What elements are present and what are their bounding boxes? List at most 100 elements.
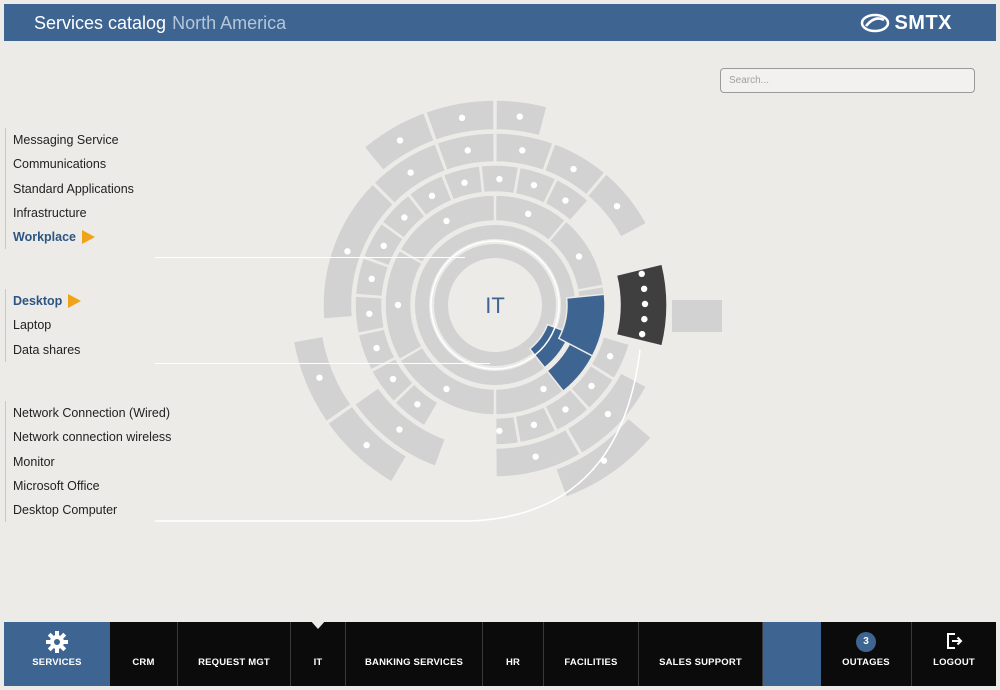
nav-hr[interactable]: HR: [483, 622, 544, 686]
sunburst-chart: IT: [155, 99, 722, 522]
service-label: Network connection wireless: [13, 430, 172, 445]
segment-dot: [363, 441, 370, 449]
service-item-monitor[interactable]: Monitor: [13, 450, 171, 474]
gear-icon: [46, 631, 68, 653]
category-label: Messaging Service: [13, 133, 119, 147]
subcategory-list: Desktop Laptop Data shares: [5, 289, 82, 362]
segment-dot: [396, 426, 403, 433]
service-dot: [638, 270, 645, 278]
segment-dot: [570, 165, 577, 173]
category-item-infrastructure[interactable]: Infrastructure: [13, 201, 134, 225]
nav-label: LOGOUT: [933, 657, 975, 668]
service-label: Desktop Computer: [13, 503, 118, 518]
nav-it[interactable]: IT: [291, 622, 346, 686]
category-item-workplace[interactable]: Workplace: [13, 225, 134, 249]
segment-dot: [344, 248, 351, 255]
nav-label: SALES SUPPORT: [659, 657, 742, 668]
service-dot: [640, 285, 648, 293]
segment-dot: [575, 253, 583, 260]
subcategory-item-data-shares[interactable]: Data shares: [13, 338, 81, 362]
nav-label: SERVICES: [32, 657, 82, 668]
nav-crm[interactable]: CRM: [110, 622, 178, 686]
nav-request-mgt[interactable]: REQUEST MGT: [178, 622, 291, 686]
segment-dot: [461, 179, 468, 186]
subcategory-item-laptop[interactable]: Laptop: [13, 313, 81, 337]
segment-dot: [394, 301, 402, 309]
subcategory-label: Laptop: [13, 318, 52, 333]
segment-dot: [524, 210, 532, 218]
segment-dot: [414, 401, 421, 408]
nav-label: IT: [313, 657, 323, 668]
segment-dot: [496, 175, 503, 183]
segment-dot: [562, 406, 569, 413]
nav-blank-tile[interactable]: [763, 622, 821, 686]
category-label: Standard Applications: [13, 181, 134, 196]
detached-segment[interactable]: [672, 300, 722, 332]
segment-dot: [396, 137, 404, 144]
segment-dot: [389, 375, 397, 383]
segment-dot: [443, 385, 450, 393]
segment-dot: [519, 147, 526, 154]
service-item-desktop-computer[interactable]: Desktop Computer: [13, 498, 171, 522]
service-item-network-wired[interactable]: Network Connection (Wired): [13, 401, 171, 425]
segment-dot: [532, 453, 539, 460]
outages-count-badge: 3: [856, 632, 876, 652]
subcategory-item-desktop[interactable]: Desktop: [13, 289, 82, 313]
segment-dot: [316, 374, 323, 381]
category-label: Workplace: [13, 230, 76, 245]
category-label: Communications: [13, 157, 107, 172]
segment-dot: [613, 202, 621, 210]
segment-dot: [368, 275, 375, 283]
service-item-network-wireless[interactable]: Network connection wireless: [13, 425, 171, 449]
segment-dot: [401, 214, 408, 221]
logout-icon: [947, 633, 963, 649]
service-label: Network Connection (Wired): [13, 406, 170, 420]
category-label: Infrastructure: [13, 205, 87, 220]
nav-label: BANKING SERVICES: [364, 657, 464, 668]
active-tab-indicator: [310, 620, 326, 629]
nav-sales-support[interactable]: SALES SUPPORT: [639, 622, 763, 686]
arrow-right-icon: [82, 229, 95, 244]
segment-dot: [496, 427, 503, 435]
nav-facilities[interactable]: FACILITIES: [544, 622, 639, 686]
service-label: Microsoft Office: [13, 478, 100, 493]
category-item-communications[interactable]: Communications: [13, 152, 134, 176]
category-item-standard-applications[interactable]: Standard Applications: [13, 177, 134, 201]
category-item-messaging-service[interactable]: Messaging Service: [13, 128, 134, 152]
nav-logout[interactable]: LOGOUT: [912, 622, 996, 686]
nav-label: HR: [505, 657, 521, 668]
nav-label: CRM: [132, 657, 155, 668]
segment-dot: [540, 385, 547, 393]
service-dot: [641, 300, 649, 308]
nav-banking-services[interactable]: BANKING SERVICES: [346, 622, 483, 686]
nav-services[interactable]: SERVICES: [4, 622, 110, 686]
segment-dot: [464, 147, 471, 154]
segment-dot: [588, 382, 595, 390]
segment-dot: [530, 181, 538, 189]
nav-label: REQUEST MGT: [198, 657, 270, 668]
nav-label: OUTAGES: [842, 657, 890, 668]
segment-dot: [373, 344, 380, 352]
segment-dot: [443, 217, 450, 225]
service-item-microsoft-office[interactable]: Microsoft Office: [13, 474, 171, 498]
nav-label: FACILITIES: [564, 657, 618, 668]
segment-dot: [428, 192, 436, 200]
service-label: Monitor: [13, 454, 55, 469]
segment-dot: [407, 169, 414, 176]
segment-dot: [366, 310, 373, 317]
segment-dot: [516, 113, 523, 120]
center-label: IT: [485, 293, 505, 318]
segment-dot: [380, 242, 387, 250]
connector-line-workplace: [155, 257, 465, 258]
subcategory-label: Desktop: [13, 294, 63, 308]
connector-line-desktop: [155, 363, 490, 364]
service-dot: [638, 330, 646, 338]
segment-dot: [606, 353, 614, 360]
arrow-right-icon: [68, 293, 82, 308]
subcategory-label: Data shares: [13, 342, 81, 357]
segment-dot: [458, 114, 466, 122]
segment-dot: [604, 410, 612, 418]
segment-dot: [562, 197, 569, 204]
nav-outages[interactable]: 3 OUTAGES: [821, 622, 912, 686]
bottom-nav-bar: SERVICES CRM REQUEST MGT IT BANKING SERV…: [4, 622, 996, 686]
